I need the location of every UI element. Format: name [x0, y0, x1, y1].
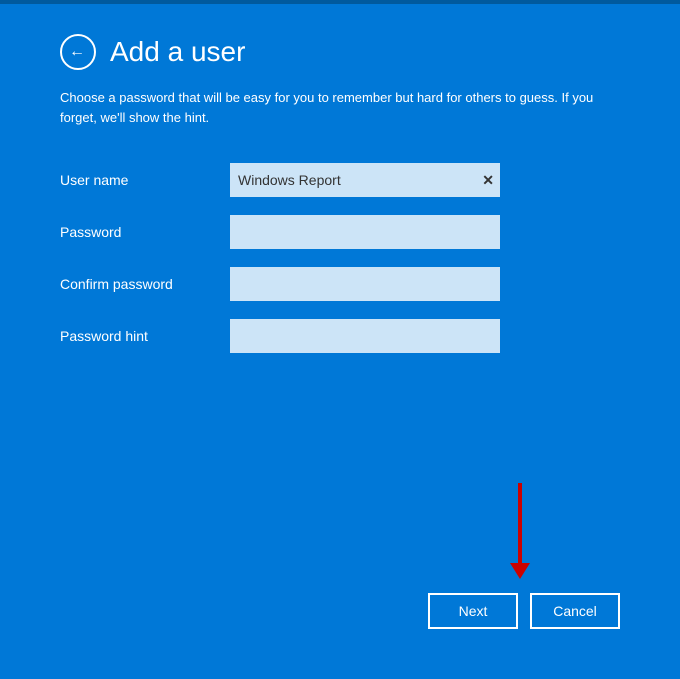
password-hint-input[interactable]: [230, 319, 500, 353]
arrow-indicator: [510, 483, 530, 579]
cancel-button[interactable]: Cancel: [530, 593, 620, 629]
back-button[interactable]: ←: [60, 34, 96, 70]
password-row: Password: [60, 215, 620, 249]
password-input[interactable]: [230, 215, 500, 249]
username-row: User name ✕: [60, 163, 620, 197]
username-input[interactable]: [230, 163, 500, 197]
arrow-head-icon: [510, 563, 530, 579]
username-clear-button[interactable]: ✕: [482, 173, 494, 187]
password-hint-label: Password hint: [60, 328, 230, 344]
username-label: User name: [60, 172, 230, 188]
confirm-password-input[interactable]: [230, 267, 500, 301]
back-arrow-icon: ←: [69, 44, 85, 60]
form-area: User name ✕ Password Confirm password Pa…: [60, 163, 620, 371]
next-button[interactable]: Next: [428, 593, 518, 629]
password-hint-row: Password hint: [60, 319, 620, 353]
page-container: ← Add a user Choose a password that will…: [0, 4, 680, 679]
button-row: Next Cancel: [60, 593, 620, 649]
username-input-wrapper: ✕: [230, 163, 500, 197]
page-title: Add a user: [110, 36, 245, 68]
page-header: ← Add a user: [60, 34, 620, 70]
page-description: Choose a password that will be easy for …: [60, 88, 620, 127]
spacer: [60, 371, 620, 593]
confirm-password-label: Confirm password: [60, 276, 230, 292]
confirm-password-row: Confirm password: [60, 267, 620, 301]
arrow-shaft: [518, 483, 522, 563]
password-label: Password: [60, 224, 230, 240]
